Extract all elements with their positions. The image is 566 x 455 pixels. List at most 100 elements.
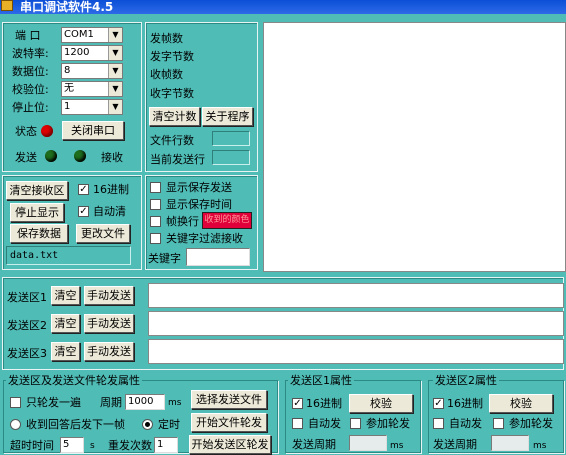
save-data-button[interactable]: 保存数据	[10, 224, 68, 243]
area2-auto-send-label: 自动发	[449, 417, 482, 430]
reply-next-label: 收到回答后发下一帧	[26, 418, 125, 431]
sent-frames-label: 发帧数	[150, 32, 183, 45]
clear-receive-button[interactable]: 清空接收区	[6, 181, 68, 200]
timeout-label: 超时时间	[10, 439, 54, 452]
show-save-time-label: 显示保存时间	[166, 198, 232, 211]
chevron-down-icon[interactable]: ▼	[108, 100, 122, 114]
send-led-icon	[45, 150, 57, 162]
close-port-button[interactable]: 关闭串口	[62, 121, 124, 140]
send-area-1-label: 发送区1	[7, 291, 47, 304]
period-input[interactable]: 1000	[125, 394, 165, 410]
recv-led-icon	[74, 150, 86, 162]
period-ms-label: ms	[168, 398, 182, 408]
area1-period-label: 发送周期	[292, 438, 336, 451]
hex16-recv-checkbox[interactable]: ✓	[78, 184, 89, 195]
show-saved-send-checkbox[interactable]	[150, 182, 161, 193]
keyword-filter-checkbox[interactable]	[150, 233, 161, 244]
clear-count-button[interactable]: 清空计数	[149, 107, 200, 126]
send-indicator-label: 发送	[15, 151, 37, 164]
parity-label: 校验位:	[12, 83, 49, 96]
auto-clear-label: 自动清	[93, 205, 126, 218]
baud-select[interactable]: 1200 ▼	[61, 45, 123, 61]
period-label: 周期	[100, 396, 122, 409]
auto-clear-checkbox[interactable]: ✓	[78, 206, 89, 217]
send-area-2-clear-button[interactable]: 清空	[51, 314, 80, 333]
area1-checksum-button[interactable]: 校验	[349, 394, 413, 413]
recv-color-swatch[interactable]: 收到的颜色	[202, 212, 252, 229]
frame-newline-label: 帧换行	[166, 215, 199, 228]
save-filename-field[interactable]: data.txt	[6, 246, 131, 265]
app-icon	[1, 0, 13, 11]
about-button[interactable]: 关于程序	[202, 107, 253, 126]
poll-properties-title: 发送区及发送文件轮发属性	[6, 374, 142, 387]
area2-auto-send-checkbox[interactable]	[433, 418, 444, 429]
chevron-down-icon[interactable]: ▼	[108, 28, 122, 42]
databits-label: 数据位:	[12, 65, 49, 78]
timed-radio[interactable]	[142, 419, 153, 430]
choose-send-file-button[interactable]: 选择发送文件	[191, 390, 267, 409]
send-area-3-clear-button[interactable]: 清空	[51, 342, 80, 361]
databits-select[interactable]: 8 ▼	[61, 63, 123, 79]
area2-hex16-label: 16进制	[447, 397, 483, 410]
hex16-recv-label: 16进制	[93, 183, 129, 196]
stopbits-label: 停止位:	[12, 101, 49, 114]
reply-next-radio[interactable]	[10, 419, 21, 430]
file-lines-field	[212, 131, 250, 146]
area2-checksum-button[interactable]: 校验	[489, 394, 553, 413]
show-saved-send-label: 显示保存发送	[166, 181, 232, 194]
sent-bytes-label: 发字节数	[150, 50, 194, 63]
send-area-3-label: 发送区3	[7, 347, 47, 360]
stopbits-select[interactable]: 1 ▼	[61, 99, 123, 115]
area1-hex16-label: 16进制	[306, 397, 342, 410]
send-area-2-manual-send-button[interactable]: 手动发送	[84, 314, 134, 333]
area1-hex16-checkbox[interactable]: ✓	[292, 398, 303, 409]
start-file-poll-button[interactable]: 开始文件轮发	[191, 413, 267, 432]
keyword-filter-label: 关键字过滤接收	[166, 232, 243, 245]
send-area-3-input[interactable]	[148, 339, 564, 364]
show-save-time-checkbox[interactable]	[150, 199, 161, 210]
timeout-input[interactable]: 5	[60, 437, 84, 453]
recv-frames-label: 收帧数	[150, 68, 183, 81]
area2-hex16-checkbox[interactable]: ✓	[433, 398, 444, 409]
send-area-2-input[interactable]	[148, 311, 564, 336]
file-lines-label: 文件行数	[150, 134, 194, 147]
area1-join-poll-checkbox[interactable]	[350, 418, 361, 429]
send-area-3-manual-send-button[interactable]: 手动发送	[84, 342, 134, 361]
current-line-label: 当前发送行	[150, 153, 205, 166]
send-area-2-label: 发送区2	[7, 319, 47, 332]
receive-text-area[interactable]	[263, 22, 566, 272]
area1-auto-send-label: 自动发	[308, 417, 341, 430]
status-led-icon	[41, 125, 53, 137]
status-label: 状态	[15, 125, 37, 138]
retries-input[interactable]: 1	[154, 437, 178, 453]
start-area-poll-button[interactable]: 开始发送区轮发	[189, 435, 271, 454]
area2-join-poll-checkbox[interactable]	[493, 418, 504, 429]
current-line-field	[212, 150, 250, 165]
chevron-down-icon[interactable]: ▼	[108, 82, 122, 96]
poll-once-checkbox[interactable]	[10, 397, 21, 408]
area2-join-poll-label: 参加轮发	[509, 417, 553, 430]
keyword-input[interactable]	[186, 248, 250, 266]
send-area-1-input[interactable]	[148, 283, 564, 308]
area1-auto-send-checkbox[interactable]	[292, 418, 303, 429]
area2-period-label: 发送周期	[433, 438, 477, 451]
area1-properties-title: 发送区1属性	[288, 374, 354, 387]
chevron-down-icon[interactable]: ▼	[108, 46, 122, 60]
timed-label: 定时	[158, 418, 180, 431]
parity-select[interactable]: 无 ▼	[61, 81, 123, 97]
poll-once-label: 只轮发一遍	[26, 396, 81, 409]
area2-properties-title: 发送区2属性	[433, 374, 499, 387]
timeout-unit-label: s	[90, 441, 95, 451]
send-area-1-clear-button[interactable]: 清空	[51, 286, 80, 305]
frame-newline-checkbox[interactable]	[150, 216, 161, 227]
port-label: 端 口	[15, 29, 41, 42]
window-title: 串口调试软件4.5	[20, 0, 114, 14]
change-file-button[interactable]: 更改文件	[76, 224, 130, 243]
send-area-1-manual-send-button[interactable]: 手动发送	[84, 286, 134, 305]
stop-display-button[interactable]: 停止显示	[10, 203, 64, 222]
chevron-down-icon[interactable]: ▼	[108, 64, 122, 78]
area1-period-input[interactable]	[349, 435, 387, 451]
baud-label: 波特率:	[12, 47, 49, 60]
port-select[interactable]: COM1 ▼	[61, 27, 123, 43]
area2-period-input[interactable]	[491, 435, 529, 451]
